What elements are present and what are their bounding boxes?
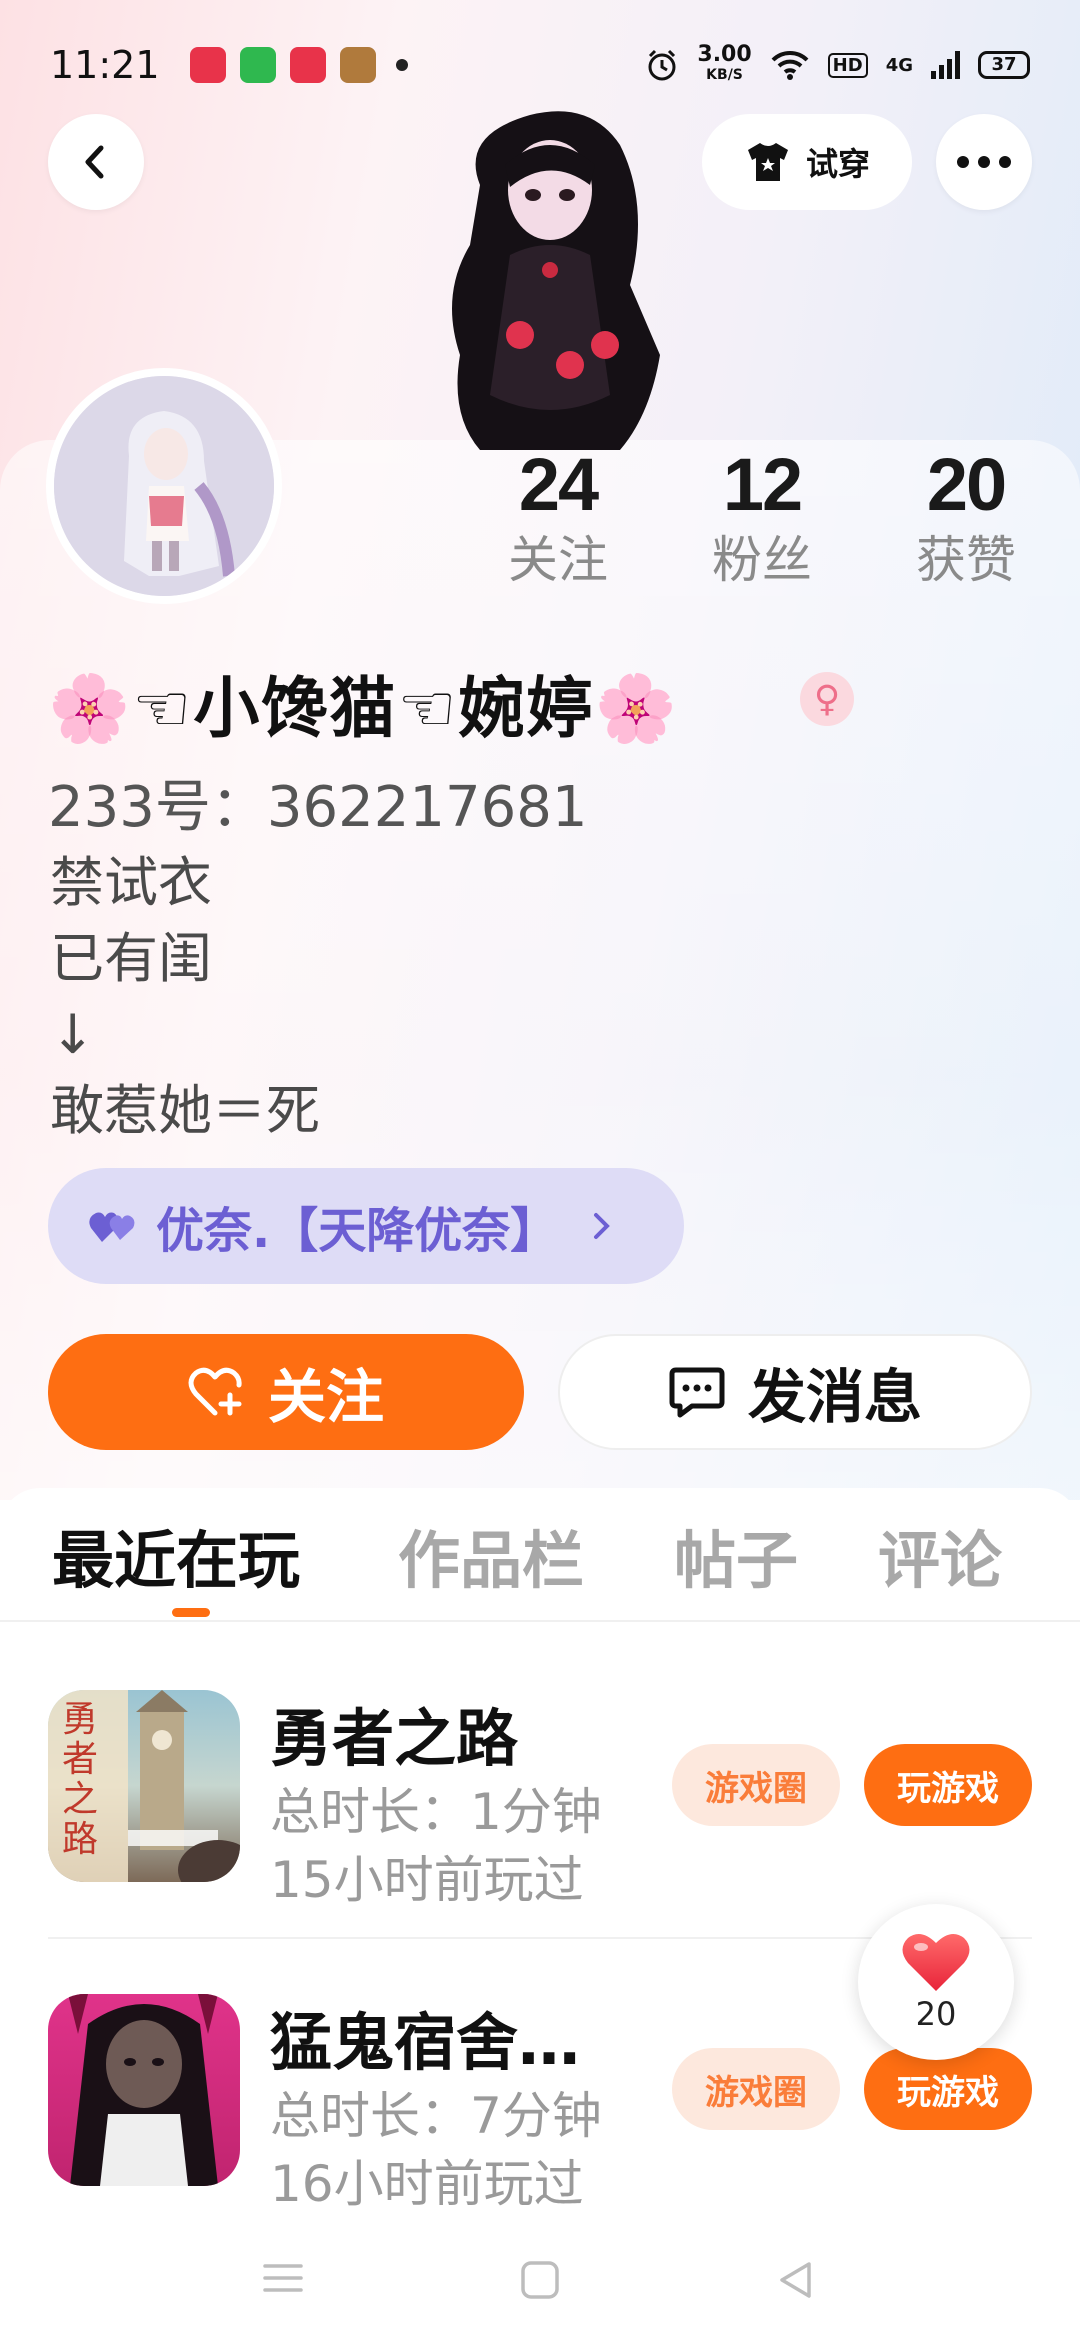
send-message-button[interactable]: 发消息 [558, 1334, 1032, 1450]
like-count: 20 [915, 1995, 957, 2033]
profile-avatar[interactable] [46, 368, 282, 604]
try-on-button[interactable]: 试穿 [702, 114, 912, 210]
heart-plus-icon [188, 1367, 242, 1416]
tab-works[interactable]: 作品栏 [398, 1510, 584, 1600]
user-nickname: 🌸☜小馋猫☜婉婷🌸 [48, 670, 679, 747]
game-circle-button[interactable]: 游戏圈 [672, 1744, 840, 1826]
try-on-label: 试穿 [805, 145, 870, 183]
game-list-item[interactable]: 勇 者 之 路 勇者之路 总时长：1分钟 15小时前玩过 游戏圈 玩游戏 [48, 1690, 1032, 1909]
hd-voice-badge: HD [827, 52, 868, 78]
game-title: 勇者之路 [270, 1702, 519, 1775]
tab-divider [0, 1620, 1080, 1622]
tab-recently-played[interactable]: 最近在玩 [52, 1510, 300, 1600]
following-label: 关注 [508, 531, 608, 589]
status-time: 11:21 [50, 43, 160, 87]
send-message-label: 发消息 [747, 1363, 922, 1431]
alarm-icon [648, 49, 676, 81]
fans-label: 粉丝 [712, 531, 812, 589]
network-type: 4G [885, 54, 913, 76]
tab-posts[interactable]: 帖子 [674, 1510, 798, 1600]
music-app-icon [289, 47, 326, 83]
game-thumbnail [48, 1994, 240, 2186]
likes-count: 20 [926, 443, 1007, 526]
user-id-label: 233号： [48, 775, 267, 840]
tab-comments[interactable]: 评论 [878, 1510, 1002, 1600]
following-count: 24 [518, 443, 599, 526]
wifi-icon [771, 50, 809, 80]
signal-icon [931, 51, 960, 79]
game-circle-button[interactable]: 游戏圈 [672, 2048, 840, 2130]
floating-like-button[interactable]: 20 [858, 1904, 1014, 2060]
tshirt-icon [747, 143, 788, 181]
video-app-icon [189, 47, 226, 83]
union-badge[interactable]: 优奈.【天降优奈】 [48, 1168, 684, 1284]
user-bio: 禁试衣 已有闺 ↓ 敢惹她＝死 [50, 851, 320, 1142]
likes-stat[interactable]: 20 获赞 [886, 440, 1046, 590]
chat-bubble-icon [669, 1367, 725, 1418]
active-tab-indicator [172, 1608, 210, 1617]
chevron-right-icon [594, 1213, 611, 1239]
more-notifications-dot [395, 59, 408, 71]
follow-button[interactable]: 关注 [48, 1334, 524, 1450]
female-gender-icon: ♀ [800, 672, 854, 726]
more-options-button[interactable] [936, 114, 1032, 210]
back-button[interactable] [48, 114, 144, 210]
game-thumbnail: 勇 者 之 路 [48, 1690, 240, 1882]
home-icon[interactable] [520, 2260, 560, 2300]
more-dots-icon [957, 156, 1011, 168]
profile-tabs: 最近在玩 作品栏 帖子 评论 [0, 1510, 1080, 1620]
game-duration: 总时长：1分钟 [270, 1783, 602, 1841]
union-name: 优奈.【天降优奈】 [156, 1203, 559, 1259]
game-cover-title: 勇 者 之 路 [62, 1699, 99, 1860]
network-speed: 3.00 KB/S [697, 42, 752, 84]
chat-app-icon [239, 47, 276, 83]
avatar-character-image [54, 376, 274, 596]
following-stat[interactable]: 24 关注 [478, 440, 638, 590]
back-triangle-icon[interactable] [776, 2260, 816, 2300]
game-last-played: 16小时前玩过 [270, 2155, 584, 2213]
character-avatar-figure[interactable] [420, 95, 680, 450]
fans-count: 12 [722, 443, 803, 526]
menu-icon[interactable] [262, 2260, 304, 2296]
follow-label: 关注 [267, 1363, 384, 1431]
battery-indicator: 37 [978, 51, 1030, 79]
double-heart-icon [89, 1212, 135, 1242]
game-duration: 总时长：7分钟 [270, 2087, 602, 2145]
fans-stat[interactable]: 12 粉丝 [682, 440, 842, 590]
play-game-button[interactable]: 玩游戏 [864, 2048, 1032, 2130]
likes-label: 获赞 [916, 531, 1016, 589]
heart-icon [902, 1934, 970, 1991]
game-title: 猛鬼宿舍… [270, 2006, 581, 2079]
game-last-played: 15小时前玩过 [270, 1851, 584, 1909]
chevron-left-icon [85, 145, 104, 179]
game-app-icon [339, 47, 376, 83]
system-navigation-bar [0, 2220, 1080, 2340]
user-id: 233号：362217681 [48, 762, 588, 843]
user-id-value: 362217681 [266, 775, 588, 840]
play-game-button[interactable]: 玩游戏 [864, 1744, 1032, 1826]
game-cover-image [68, 1994, 218, 2186]
